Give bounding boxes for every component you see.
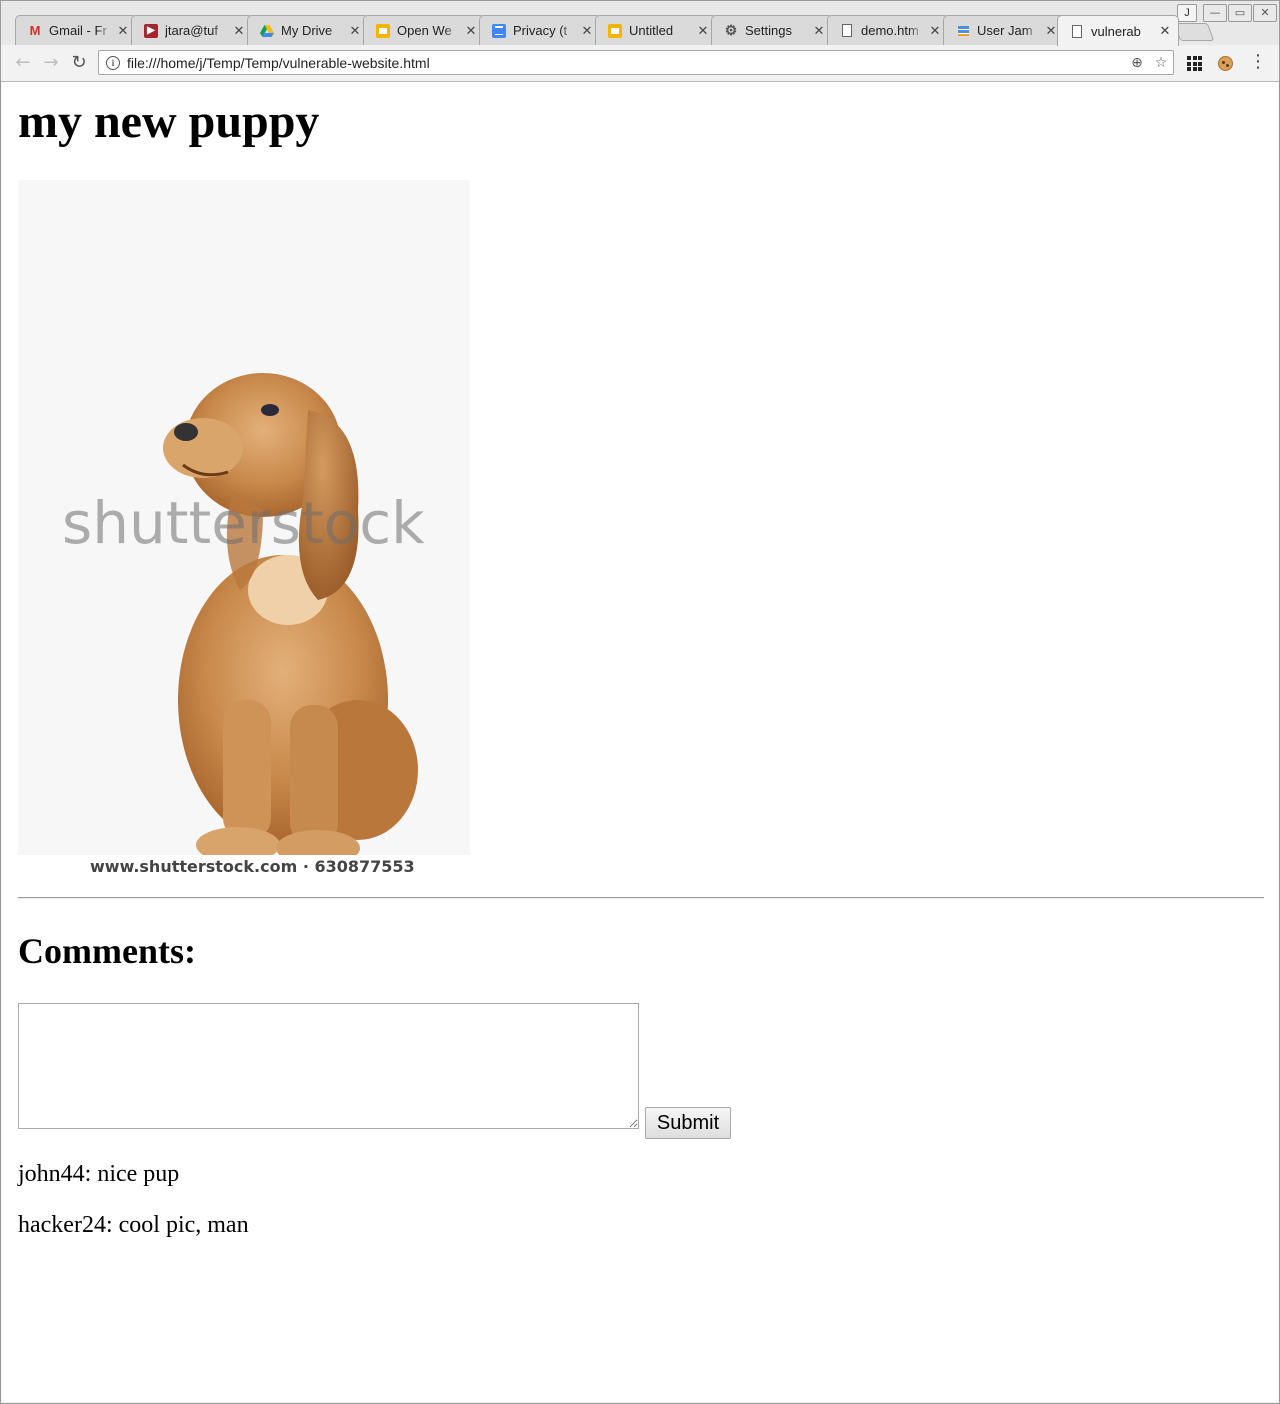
address-bar[interactable]: i file:///home/j/Temp/Temp/vulnerable-we… [98,50,1174,75]
tab-label: Settings [745,23,792,38]
close-icon[interactable]: ✕ [696,23,710,39]
zoom-icon[interactable]: ⊕ [1125,55,1149,71]
close-icon[interactable]: ✕ [812,23,826,39]
page-title: my new puppy [18,95,320,148]
tab-untitled[interactable]: Untitled ✕ [595,15,717,45]
tab-label: Untitled [629,23,674,38]
page-icon [840,24,854,38]
tab-gmail[interactable]: M Gmail - Fr ✕ [15,15,137,45]
page-icon [1070,24,1084,38]
tab-my-drive[interactable]: My Drive ✕ [247,15,369,45]
image-credit: www.shutterstock.com · 630877553 [90,857,415,876]
shutterstock-watermark: shutterstock [62,489,425,557]
slides-icon [376,23,390,38]
tab-mail[interactable]: ▶ jtara@tuf ✕ [131,15,253,45]
tab-label: jtara@tuf [165,23,218,38]
browser-toolbar: ← → ↻ i file:///home/j/Temp/Temp/vulnera… [1,45,1279,82]
close-icon[interactable]: ✕ [116,23,130,39]
submit-button[interactable]: Submit [645,1107,731,1139]
reload-icon[interactable]: ↻ [69,53,89,73]
bookmark-star-icon[interactable]: ☆ [1149,55,1173,71]
comments-heading: Comments: [18,931,196,971]
tab-label: Privacy (t [513,23,568,38]
maximize-icon[interactable]: ▭ [1228,4,1252,22]
close-icon[interactable]: ✕ [232,23,246,39]
google-drive-icon [260,24,274,38]
close-icon[interactable]: ✕ [464,23,478,39]
close-icon[interactable]: ✕ [1158,23,1172,39]
close-icon[interactable]: ✕ [1044,23,1058,39]
tab-label: vulnerab [1091,23,1141,39]
cookie-extension-icon[interactable] [1215,53,1235,73]
site-info-icon[interactable]: i [106,55,120,70]
tab-label: User Jam [977,23,1033,38]
comment-item: john44: nice pup [18,1161,180,1187]
browser-window: M Gmail - Fr ✕ ▶ jtara@tuf ✕ My Drive ✕ … [0,0,1280,1404]
tab-label: demo.htm [861,23,919,38]
gear-icon: ⚙ [724,22,738,38]
window-close-icon[interactable]: ✕ [1253,4,1277,22]
mail-icon: ▶ [144,23,158,38]
tab-user-jam[interactable]: User Jam ✕ [943,15,1065,45]
new-tab-button[interactable] [1173,23,1215,41]
tab-label: My Drive [281,23,333,38]
tab-privacy[interactable]: Privacy (t ✕ [479,15,601,45]
comment-item: hacker24: cool pic, man [18,1212,249,1238]
back-arrow-icon[interactable]: ← [13,53,33,73]
tab-strip: M Gmail - Fr ✕ ▶ jtara@tuf ✕ My Drive ✕ … [1,1,1279,46]
close-icon[interactable]: ✕ [928,23,942,39]
tab-demo[interactable]: demo.htm ✕ [827,15,949,45]
minimize-icon[interactable]: — [1203,4,1227,22]
tab-label: Open We [397,23,452,38]
page-viewport: my new puppy shutterstock www.shuttersto… [2,82,1278,1402]
puppy-photo: shutterstock www.shutterstock.com · 6308… [18,180,470,880]
close-icon[interactable]: ✕ [580,23,594,39]
tab-settings[interactable]: ⚙ Settings ✕ [711,15,833,45]
comment-textarea[interactable] [18,1003,639,1129]
url-text[interactable]: file:///home/j/Temp/Temp/vulnerable-webs… [127,55,1125,71]
slides-icon [608,23,622,38]
horizontal-rule [18,897,1264,899]
docs-icon [492,23,506,38]
stack-icon [956,24,970,38]
close-icon[interactable]: ✕ [348,23,362,39]
forward-arrow-icon[interactable]: → [41,53,61,73]
apps-grid-icon[interactable] [1184,53,1204,73]
profile-button[interactable]: J [1177,4,1197,22]
tab-vulnerable-website[interactable]: vulnerab ✕ [1057,15,1179,46]
tab-label: Gmail - Fr [49,23,107,38]
menu-kebab-icon[interactable]: ⋮ [1248,53,1268,73]
tab-open-web[interactable]: Open We ✕ [363,15,485,45]
gmail-icon: M [29,23,41,38]
